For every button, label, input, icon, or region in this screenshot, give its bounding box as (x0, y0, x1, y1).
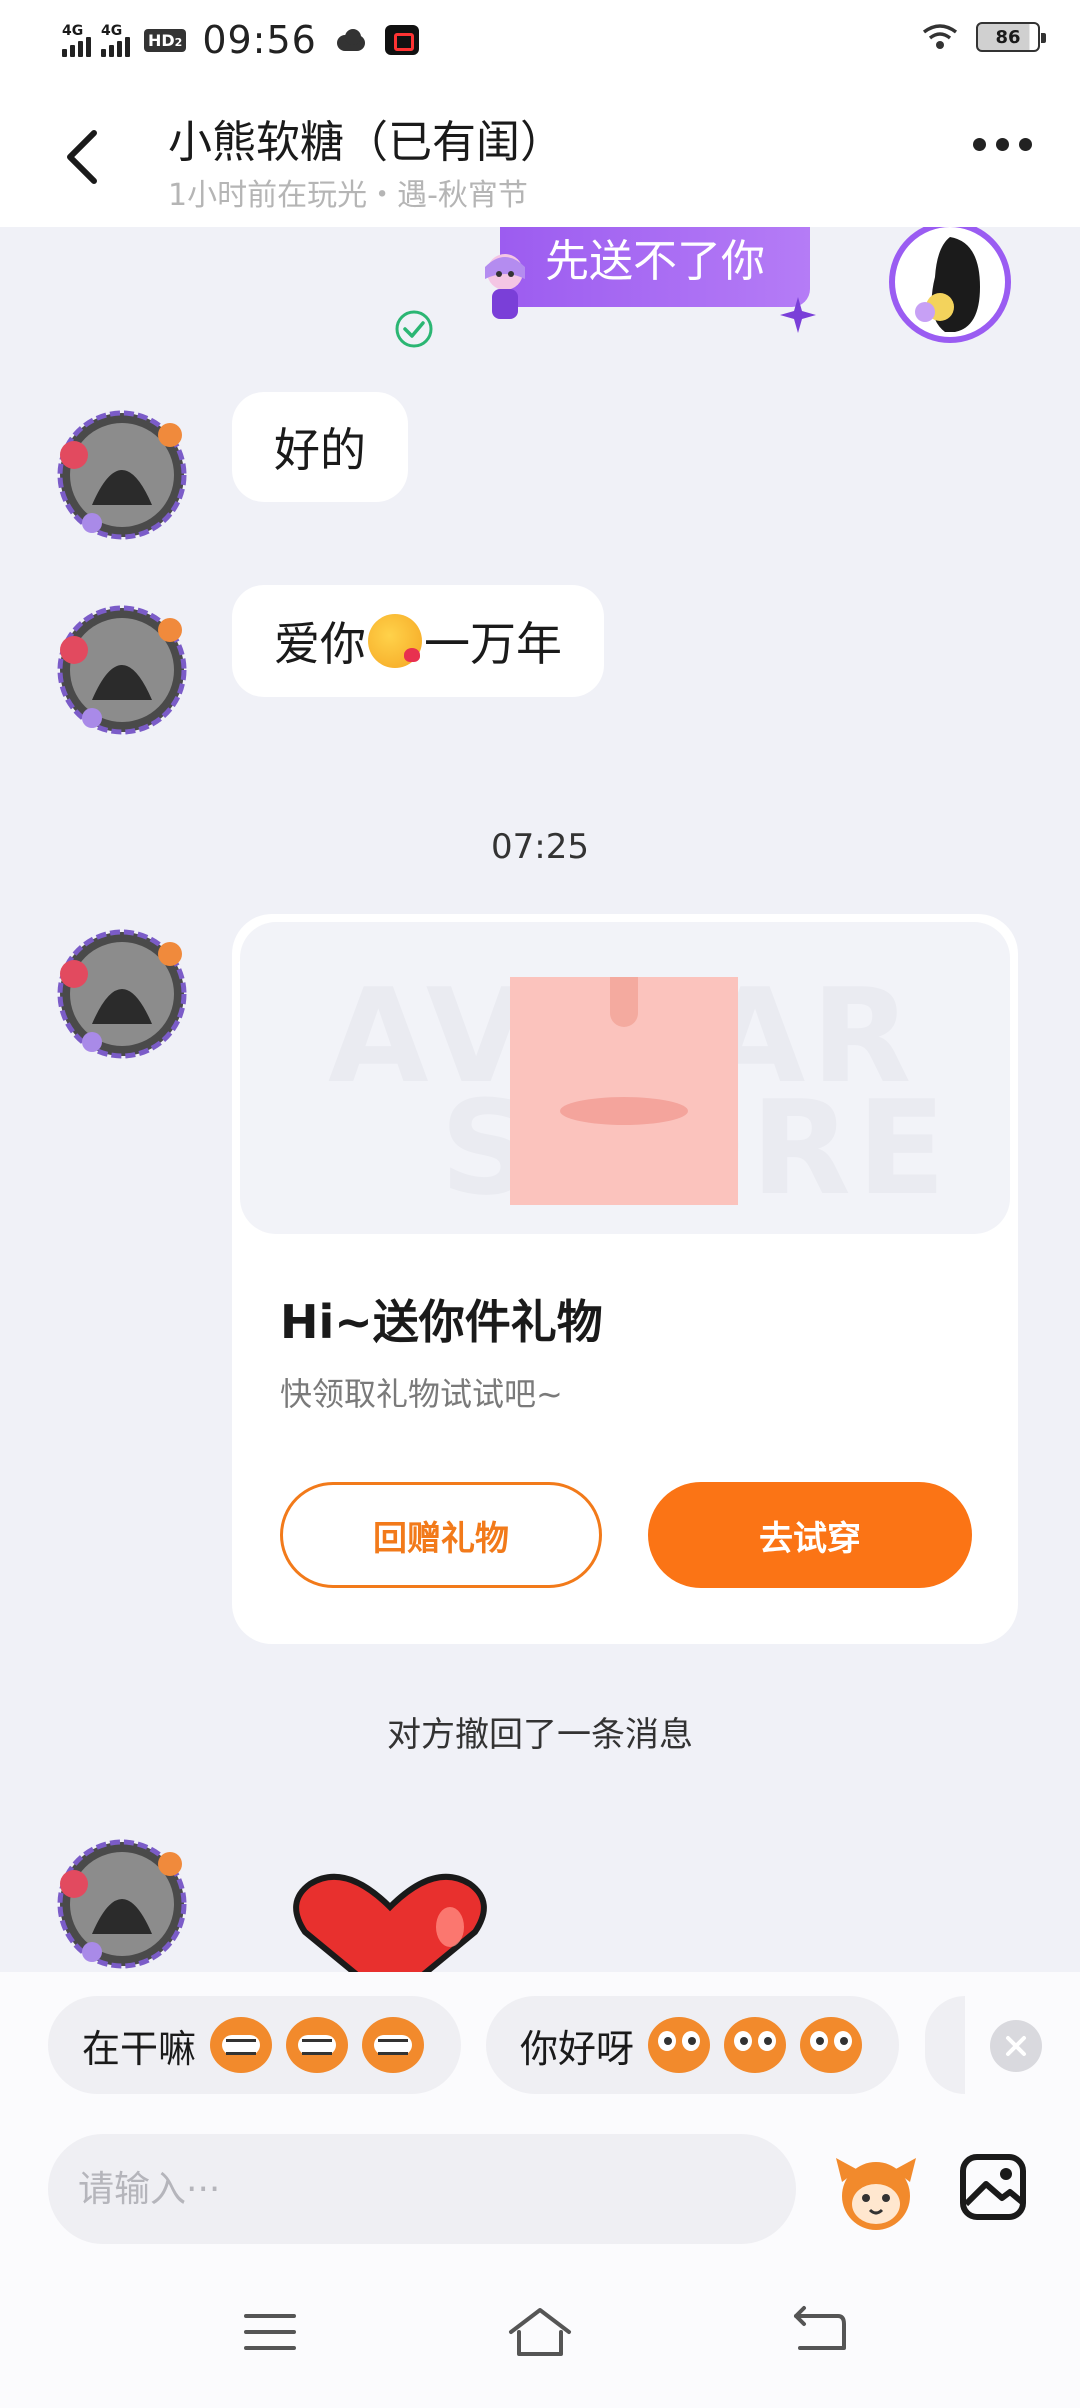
gift-card[interactable]: AVATAR STORE Hi~送你件礼物 快领取礼物试试吧~ 回赠礼物 去试穿 (232, 914, 1018, 1644)
more-dot-icon (1019, 138, 1032, 151)
curious-mascot-icon (648, 2017, 711, 2073)
system-nav-bar (0, 2262, 1080, 2408)
gift-preview[interactable]: AVATAR STORE (240, 922, 1010, 1234)
self-avatar[interactable] (885, 227, 1015, 347)
close-icon (1006, 2036, 1026, 2056)
image-picker-icon[interactable] (958, 2152, 1028, 2222)
curious-mascot-icon (800, 2017, 863, 2073)
cellular-signal-icon-2: 4G (101, 23, 130, 57)
more-dot-icon (973, 138, 986, 151)
recall-notice: 对方撤回了一条消息 (387, 1715, 693, 1755)
menu-icon[interactable] (240, 2302, 300, 2362)
home-icon[interactable] (505, 2302, 575, 2362)
quick-reply-bar: 在干嘛 你好呀 (0, 1972, 1080, 2102)
contact-avatar[interactable] (52, 600, 192, 740)
quick-reply-chip-partial[interactable] (925, 1996, 965, 2094)
chat-header: 小熊软糖（已有闺） 1小时前在玩光・遇-秋宵节 (0, 82, 1080, 227)
sent-message-text: 先送不了你 (545, 236, 765, 287)
gift-card-title: Hi~送你件礼物 (280, 1295, 603, 1349)
screen-record-icon (384, 25, 419, 55)
message-list[interactable]: 先送不了你 好的 爱你 一万年 07:25 Hi~送你件礼物 快领取礼物试试吧~… (0, 227, 1080, 1972)
message-input[interactable] (48, 2134, 796, 2244)
quick-reply-text: 在干嘛 (82, 2026, 197, 2071)
grinning-mascot-icon (362, 2017, 425, 2073)
more-options-button[interactable] (973, 138, 1032, 151)
sparkle-icon (780, 297, 816, 333)
kissing-face-emoji-icon (368, 614, 422, 668)
curious-mascot-icon (724, 2017, 787, 2073)
contact-avatar[interactable] (52, 1834, 192, 1972)
mascot-sticker-button[interactable] (832, 2152, 920, 2232)
chat-title[interactable]: 小熊软糖（已有闺） (168, 106, 564, 170)
more-dot-icon (996, 138, 1009, 151)
heart-sticker-icon[interactable] (285, 1872, 495, 1972)
gift-card-description: 快领取礼物试试吧~ (280, 1375, 563, 1413)
received-message-text-tail: 一万年 (424, 617, 562, 671)
gift-image-nose (610, 977, 638, 1027)
network-type-label: 4G (62, 23, 84, 39)
battery-level: 86 (995, 26, 1021, 48)
message-input-bar (0, 2102, 1080, 2262)
quick-reply-chip[interactable]: 你好呀 (486, 1996, 899, 2094)
try-on-button[interactable]: 去试穿 (648, 1482, 972, 1588)
quick-reply-text: 你好呀 (520, 2026, 635, 2071)
read-receipt-check-icon (395, 310, 433, 348)
contact-avatar[interactable] (52, 924, 192, 1064)
sent-message-bubble[interactable]: 先送不了你 (500, 227, 810, 307)
back-nav-icon[interactable] (790, 2302, 850, 2362)
hd-voice-badge: HD2 (144, 28, 187, 52)
message-timestamp: 07:25 (491, 827, 589, 867)
gift-image-lips (560, 1097, 688, 1125)
back-button[interactable] (52, 122, 112, 192)
cloud-icon (333, 29, 367, 51)
received-message-bubble[interactable]: 好的 (232, 392, 408, 502)
contact-avatar[interactable] (52, 405, 192, 545)
status-bar: 4G 4G HD2 09:56 86 (0, 0, 1080, 82)
received-message-text: 好的 (274, 423, 366, 477)
battery-icon: 86 (976, 22, 1046, 52)
hd-label: HD (148, 30, 175, 50)
wifi-icon (922, 24, 958, 49)
close-quick-replies-button[interactable] (990, 2020, 1042, 2072)
bubble-decoration-sticker (485, 254, 525, 319)
chevron-left-icon (67, 130, 97, 184)
chat-status-subtitle: 1小时前在玩光・遇-秋宵节 (168, 178, 528, 213)
quick-reply-chip[interactable]: 在干嘛 (48, 1996, 461, 2094)
return-gift-button[interactable]: 回赠礼物 (280, 1482, 602, 1588)
received-message-text: 爱你 (274, 617, 366, 671)
hd-sub-label: 2 (174, 35, 183, 49)
received-message-bubble[interactable]: 爱你 一万年 (232, 585, 604, 697)
cellular-signal-icon: 4G (62, 23, 91, 57)
network-type-label-2: 4G (101, 23, 123, 39)
status-time: 09:56 (202, 18, 317, 62)
grinning-mascot-icon (286, 2017, 349, 2073)
gift-item-image (510, 977, 738, 1205)
grinning-mascot-icon (210, 2017, 273, 2073)
